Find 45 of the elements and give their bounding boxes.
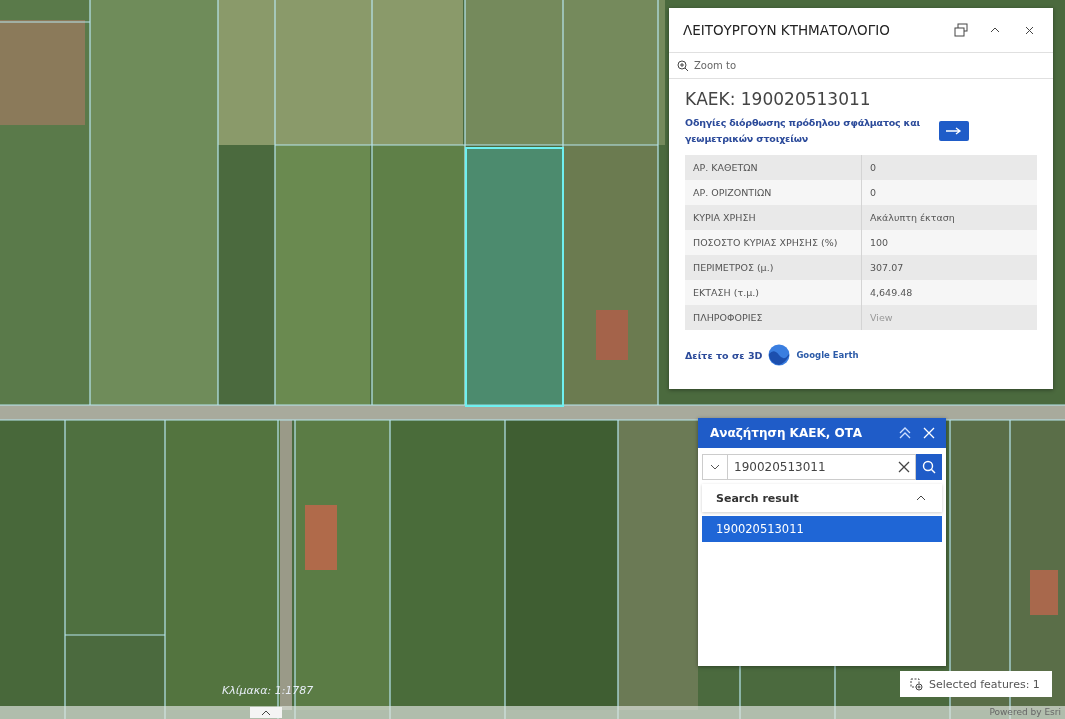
attribute-value: 100	[861, 230, 1037, 255]
correction-instructions-link[interactable]: Οδηγίες διόρθωσης πρόδηλου σφάλματος και γεωμετρικών στοιχείων	[685, 115, 925, 147]
attribute-label: ΑΡ. ΟΡΙΖΟΝΤΙΩΝ	[685, 180, 862, 205]
view-in-3d-link[interactable]: Δείτε το σε 3D	[685, 349, 763, 361]
search-button[interactable]	[916, 454, 942, 480]
clear-button[interactable]	[892, 454, 916, 480]
attribute-label: ΚΥΡΙΑ ΧΡΗΣΗ	[685, 205, 862, 230]
attribution-text: Powered by Esri	[989, 706, 1061, 719]
chevron-up-icon	[990, 27, 1000, 33]
attribute-value: 4,649.48	[861, 280, 1037, 305]
attribute-value: Ακάλυπτη έκταση	[861, 205, 1037, 230]
arrow-right-icon	[946, 127, 962, 135]
chevron-up-icon	[261, 709, 271, 716]
attribute-label: ΑΡ. ΚΑΘΕΤΩΝ	[685, 155, 862, 180]
close-icon	[923, 427, 935, 439]
close-icon	[1024, 25, 1034, 35]
zoom-to-button[interactable]: Zoom to	[669, 53, 1053, 79]
attribute-value: 0	[861, 180, 1037, 205]
popup-title: ΛΕΙΤΟΥΡΓΟΥΝ ΚΤΗΜΑΤΟΛΟΓΙΟ	[683, 22, 891, 38]
attribute-value: 0	[861, 155, 1037, 180]
expand-button[interactable]	[250, 707, 282, 718]
attribute-label: ΕΚΤΑΣΗ (τ.μ.)	[685, 280, 862, 305]
search-result-header[interactable]: Search result	[702, 484, 942, 512]
close-icon	[897, 461, 910, 473]
search-panel-title: Αναζήτηση ΚΑΕΚ, ΟΤΑ	[710, 426, 864, 440]
attribute-label: ΠΛΗΡΟΦΟΡΙΕΣ	[685, 305, 862, 330]
parcel-heading: ΚΑΕΚ: 190020513011	[685, 89, 872, 109]
google-earth-label: Google Earth	[796, 350, 859, 360]
chevron-down-icon	[710, 464, 720, 470]
zoom-in-icon	[677, 59, 689, 72]
chevron-up-icon	[916, 495, 926, 501]
dock-icon	[954, 23, 968, 37]
selected-parcel[interactable]	[465, 147, 564, 407]
selection-icon	[910, 677, 923, 691]
scale-label: Κλίμακα: 1:1787	[222, 684, 314, 697]
search-result-item[interactable]: 190020513011	[702, 516, 942, 542]
attribute-label: ΠΕΡΙΜΕΤΡΟΣ (μ.)	[685, 255, 862, 280]
attribute-value: 307.07	[861, 255, 1037, 280]
go-button[interactable]	[939, 121, 969, 141]
globe-wave-icon	[768, 344, 791, 366]
search-field[interactable]: 190020513011	[728, 454, 892, 480]
selected-features-button[interactable]: Selected features: 1	[900, 671, 1052, 697]
double-chevron-up-icon	[899, 427, 911, 439]
attribute-label: ΠΟΣΟΣΤΟ ΚΥΡΙΑΣ ΧΡΗΣΗΣ (%)	[685, 230, 862, 255]
search-icon	[922, 460, 936, 474]
